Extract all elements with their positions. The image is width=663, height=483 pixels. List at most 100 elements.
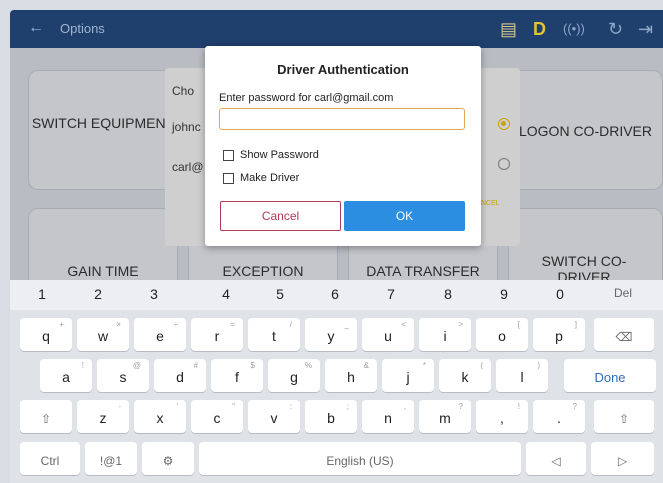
key-q-secondary: + xyxy=(59,320,64,329)
number-key-5[interactable]: 5 xyxy=(260,286,300,302)
ctrl-key-label: Ctrl xyxy=(40,454,60,468)
key-x-secondary: ' xyxy=(176,402,178,411)
key-r-secondary: = xyxy=(230,320,235,329)
checkbox-box[interactable] xyxy=(223,149,234,161)
number-key-1[interactable]: 1 xyxy=(22,286,62,302)
key-d-label: d xyxy=(176,369,184,385)
key-i-secondary: > xyxy=(458,320,463,329)
key-w[interactable]: w × xyxy=(77,318,129,351)
chooser-item[interactable]: carl@ xyxy=(172,160,204,174)
ctrl-key[interactable]: Ctrl xyxy=(20,442,80,475)
key-p[interactable]: p] xyxy=(533,318,585,351)
key-y-secondary: _ xyxy=(344,320,349,329)
key-m-secondary: ? xyxy=(458,402,463,411)
logout-icon[interactable]: ⇥ xyxy=(638,16,653,42)
key-e[interactable]: e ÷ xyxy=(134,318,186,351)
key-t-secondary: / xyxy=(289,320,292,329)
driver-d-icon[interactable]: D xyxy=(533,16,546,42)
refresh-icon[interactable]: ↻ xyxy=(608,16,623,42)
key-j[interactable]: j * xyxy=(382,359,434,392)
settings-key[interactable]: ⚙ xyxy=(142,442,194,475)
key-d[interactable]: d # xyxy=(154,359,206,392)
key-l-secondary: ) xyxy=(537,361,540,370)
shift-left-key[interactable]: ⇧ xyxy=(20,400,72,433)
key-q[interactable]: q + xyxy=(20,318,72,351)
backspace-key[interactable]: ⌫ xyxy=(594,318,654,351)
number-key-9[interactable]: 9 xyxy=(484,286,524,302)
key-u-secondary: < xyxy=(401,320,406,329)
key-a[interactable]: a! xyxy=(40,359,92,392)
tile-switch-equipment[interactable]: SWITCH EQUIPMENT xyxy=(28,70,178,190)
show-password-checkbox[interactable]: Show Password xyxy=(223,149,319,161)
arrow-left-key[interactable]: ◁ xyxy=(526,442,586,475)
key-v[interactable]: v: xyxy=(248,400,300,433)
key-period-secondary: ? xyxy=(572,402,577,411)
key-comma[interactable]: ,! xyxy=(476,400,528,433)
key-x[interactable]: x ' xyxy=(134,400,186,433)
key-b[interactable]: b; xyxy=(305,400,357,433)
driver-authentication-dialog: Driver Authentication Enter password for… xyxy=(205,46,481,246)
key-y-label: y xyxy=(327,328,335,344)
key-g-label: g xyxy=(290,369,298,385)
cancel-button[interactable]: Cancel xyxy=(220,201,341,231)
key-v-label: v xyxy=(270,410,278,426)
number-key-8[interactable]: 8 xyxy=(428,286,468,302)
key-h[interactable]: h & xyxy=(325,359,377,392)
message-icon[interactable]: ▤ xyxy=(500,16,517,42)
radio-unselected[interactable] xyxy=(498,158,510,170)
key-j-label: j xyxy=(406,369,410,385)
signal-icon[interactable]: ((•)) xyxy=(563,16,585,42)
key-comma-secondary: ! xyxy=(517,402,520,411)
key-n[interactable]: n, xyxy=(362,400,414,433)
number-key-6[interactable]: 6 xyxy=(315,286,355,302)
number-key-3[interactable]: 3 xyxy=(134,286,174,302)
key-f[interactable]: f $ xyxy=(211,359,263,392)
password-input[interactable] xyxy=(219,108,465,130)
number-key-7[interactable]: 7 xyxy=(371,286,411,302)
make-driver-checkbox[interactable]: Make Driver xyxy=(223,172,299,184)
key-period[interactable]: .? xyxy=(533,400,585,433)
number-row: 1 2 3 4 5 6 7 8 9 0 Del xyxy=(10,280,663,310)
key-o[interactable]: o[ xyxy=(476,318,528,351)
settings-key-label: ⚙ xyxy=(162,454,174,468)
key-g[interactable]: g% xyxy=(268,359,320,392)
chooser-item[interactable]: johnc xyxy=(172,120,201,134)
radio-selected[interactable] xyxy=(498,118,510,130)
key-f-secondary: $ xyxy=(250,361,255,370)
key-x-label: x xyxy=(156,410,164,426)
space-key[interactable]: English (US) xyxy=(199,442,521,475)
key-n-label: n xyxy=(384,410,392,426)
key-m[interactable]: m? xyxy=(419,400,471,433)
key-comma-label: , xyxy=(500,410,504,426)
key-u[interactable]: u < xyxy=(362,318,414,351)
key-c[interactable]: c " xyxy=(191,400,243,433)
key-i[interactable]: i > xyxy=(419,318,471,351)
checkbox-box[interactable] xyxy=(223,172,234,184)
key-e-label: e xyxy=(156,328,164,344)
key-y[interactable]: y _ xyxy=(305,318,357,351)
on-screen-keyboard: 1 2 3 4 5 6 7 8 9 0 Del q + w × e ÷ r = t / y _ u < i > o[p] ⌫ a! s @ d… xyxy=(10,280,663,483)
key-t[interactable]: t / xyxy=(248,318,300,351)
key-k[interactable]: k( xyxy=(439,359,491,392)
key-c-secondary: " xyxy=(232,402,235,411)
number-key-4[interactable]: 4 xyxy=(206,286,246,302)
delete-key[interactable]: Del xyxy=(603,286,643,300)
back-arrow-icon[interactable]: ← xyxy=(28,19,44,37)
done-key[interactable]: Done xyxy=(564,359,656,392)
key-r[interactable]: r = xyxy=(191,318,243,351)
key-z[interactable]: z- xyxy=(77,400,129,433)
arrow-right-key[interactable]: ▷ xyxy=(591,442,654,475)
tile-logon-co-driver[interactable]: LOGON CO-DRIVER xyxy=(508,70,663,190)
number-key-2[interactable]: 2 xyxy=(78,286,118,302)
key-l[interactable]: l) xyxy=(496,359,548,392)
key-s[interactable]: s @ xyxy=(97,359,149,392)
ok-button[interactable]: OK xyxy=(344,201,465,231)
page-title: Options xyxy=(60,21,105,36)
space-key-label: English (US) xyxy=(326,454,394,468)
number-key-0[interactable]: 0 xyxy=(540,286,580,302)
key-s-secondary: @ xyxy=(132,361,141,370)
key-period-label: . xyxy=(557,410,561,426)
key-a-label: a xyxy=(62,369,70,385)
symbols-key[interactable]: !@1 xyxy=(85,442,137,475)
shift-right-key[interactable]: ⇧ xyxy=(594,400,654,433)
